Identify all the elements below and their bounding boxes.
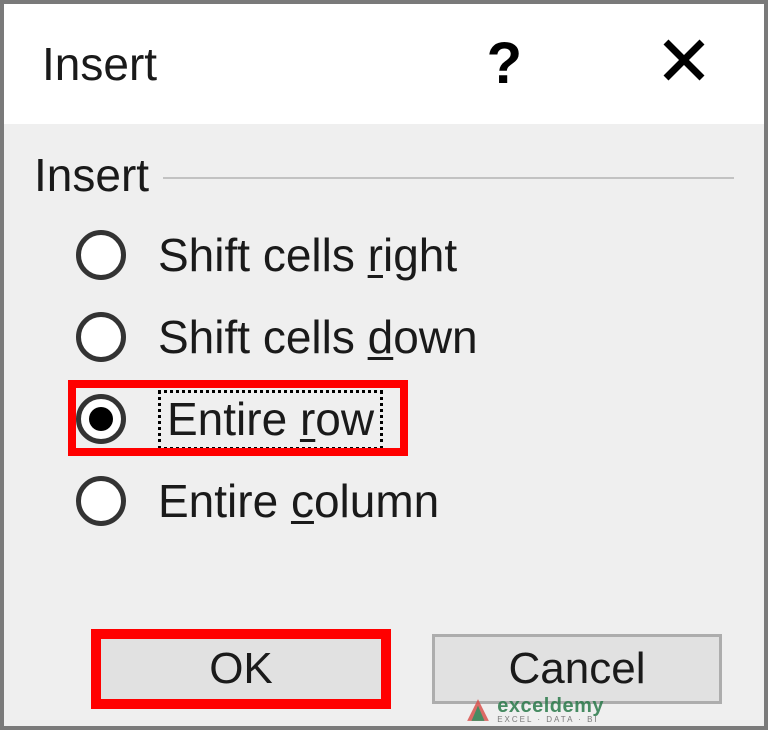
ok-button-label: OK: [209, 644, 273, 694]
text: own: [393, 311, 477, 363]
dialog-body: Insert Shift cells right Shift cells dow…: [4, 124, 764, 726]
window-controls: ?: [477, 31, 716, 97]
accelerator: r: [368, 229, 383, 281]
text: Entire: [158, 475, 291, 527]
label-entire-column[interactable]: Entire column: [158, 474, 439, 528]
cancel-button[interactable]: Cancel: [432, 634, 722, 704]
titlebar: Insert ?: [4, 4, 764, 124]
accelerator: c: [291, 475, 314, 527]
watermark-tagline: EXCEL · DATA · BI: [497, 716, 604, 724]
option-entire-column[interactable]: Entire column: [76, 474, 734, 528]
insert-dialog: Insert ? Insert Shift cells right: [0, 0, 768, 730]
text: Shift cells: [158, 229, 368, 281]
group-header: Insert: [34, 148, 734, 202]
text: olumn: [314, 475, 439, 527]
accelerator: r: [300, 393, 315, 445]
label-entire-row[interactable]: Entire row: [158, 392, 383, 446]
group-divider: [163, 177, 734, 179]
insert-group: Insert Shift cells right Shift cells dow…: [34, 148, 734, 528]
focus-indicator: Entire row: [158, 390, 383, 450]
text: Shift cells: [158, 311, 368, 363]
text: Entire: [167, 393, 300, 445]
option-shift-down[interactable]: Shift cells down: [76, 310, 734, 364]
close-icon[interactable]: [652, 33, 716, 95]
cancel-button-label: Cancel: [509, 644, 646, 694]
label-shift-down[interactable]: Shift cells down: [158, 310, 478, 364]
text: ow: [315, 393, 374, 445]
ok-button[interactable]: OK: [96, 634, 386, 704]
help-icon[interactable]: ?: [477, 31, 532, 97]
button-row: OK Cancel: [34, 634, 734, 704]
text: ight: [383, 229, 457, 281]
option-entire-row[interactable]: Entire row: [76, 392, 734, 446]
dialog-title: Insert: [42, 37, 157, 91]
radio-shift-right[interactable]: [76, 230, 126, 280]
radio-entire-column[interactable]: [76, 476, 126, 526]
option-shift-right[interactable]: Shift cells right: [76, 228, 734, 282]
radio-entire-row[interactable]: [76, 394, 126, 444]
accelerator: d: [368, 311, 394, 363]
label-shift-right[interactable]: Shift cells right: [158, 228, 457, 282]
group-label: Insert: [34, 148, 149, 202]
radio-options: Shift cells right Shift cells down Entir…: [34, 228, 734, 528]
radio-shift-down[interactable]: [76, 312, 126, 362]
